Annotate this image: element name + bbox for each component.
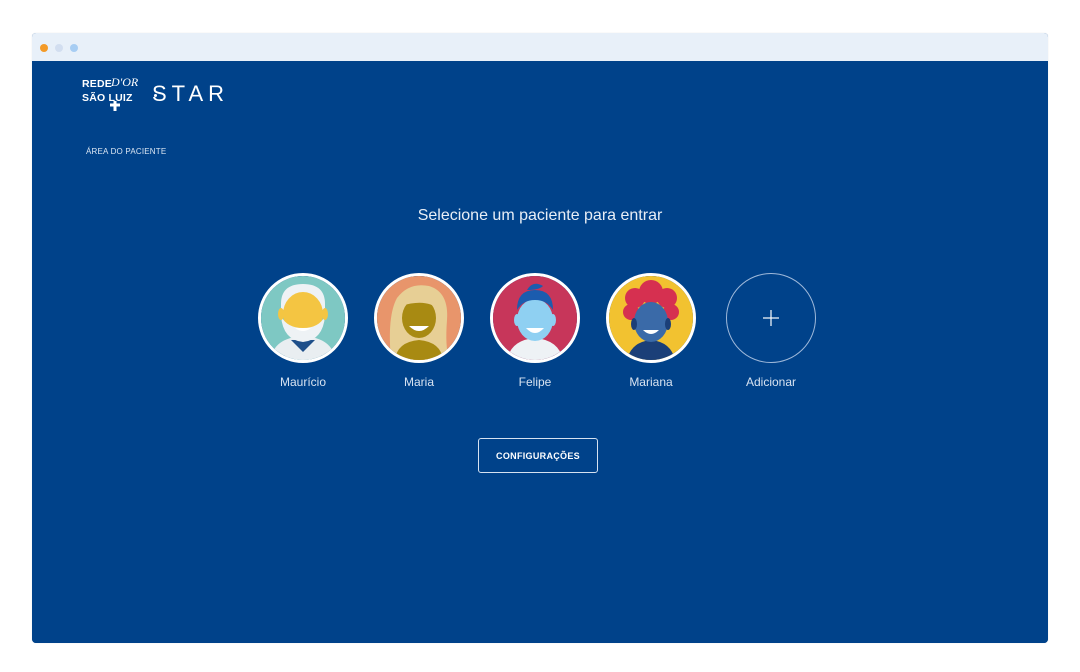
avatar-elder-man-icon: [261, 276, 345, 360]
logo-rede-text: REDE: [82, 78, 112, 90]
add-patient-circle[interactable]: [726, 273, 816, 363]
minimize-window-button[interactable]: [55, 44, 63, 52]
close-window-button[interactable]: [40, 44, 48, 52]
logo-dor-text: D'OR: [111, 75, 139, 89]
avatar: [490, 273, 580, 363]
patient-name: Mariana: [629, 375, 673, 389]
patient-name: Maria: [403, 375, 434, 389]
logo-sao-luiz-text: SÃO LUIZ: [82, 92, 133, 104]
avatar: [606, 273, 696, 363]
add-patient-label: Adicionar: [745, 375, 797, 389]
app-window: REDE D'OR SÃO LUIZ STAR ÁREA DO PACIENTE…: [32, 33, 1048, 643]
patient-select-screen: REDE D'OR SÃO LUIZ STAR ÁREA DO PACIENTE…: [32, 61, 1048, 643]
brand-logo: REDE D'OR SÃO LUIZ STAR: [82, 75, 282, 112]
avatar-boy-icon: [493, 276, 577, 360]
patient-list: Maurício Maria Felipe Mariana Adicionar: [32, 273, 1048, 403]
logo-cross-icon: [110, 101, 120, 111]
patient-item-mauricio[interactable]: Maurício: [253, 273, 353, 389]
plus-icon: [763, 310, 779, 326]
avatar: [258, 273, 348, 363]
area-label: ÁREA DO PACIENTE: [86, 147, 167, 156]
patient-name: Felipe: [518, 375, 552, 389]
patient-item-maria[interactable]: Maria: [369, 273, 469, 389]
patient-item-mariana[interactable]: Mariana: [601, 273, 701, 389]
window-titlebar: [32, 33, 1048, 61]
patient-name: Maurício: [279, 375, 326, 389]
settings-button[interactable]: CONFIGURAÇÕES: [478, 438, 598, 473]
maximize-window-button[interactable]: [70, 44, 78, 52]
logo-star-text: STAR: [152, 81, 230, 106]
patient-item-felipe[interactable]: Felipe: [485, 273, 585, 389]
add-patient-button[interactable]: Adicionar: [721, 273, 821, 389]
avatar-girl-icon: [609, 276, 693, 360]
avatar-woman-icon: [377, 276, 461, 360]
page-heading: Selecione um paciente para entrar: [417, 207, 663, 224]
avatar: [374, 273, 464, 363]
